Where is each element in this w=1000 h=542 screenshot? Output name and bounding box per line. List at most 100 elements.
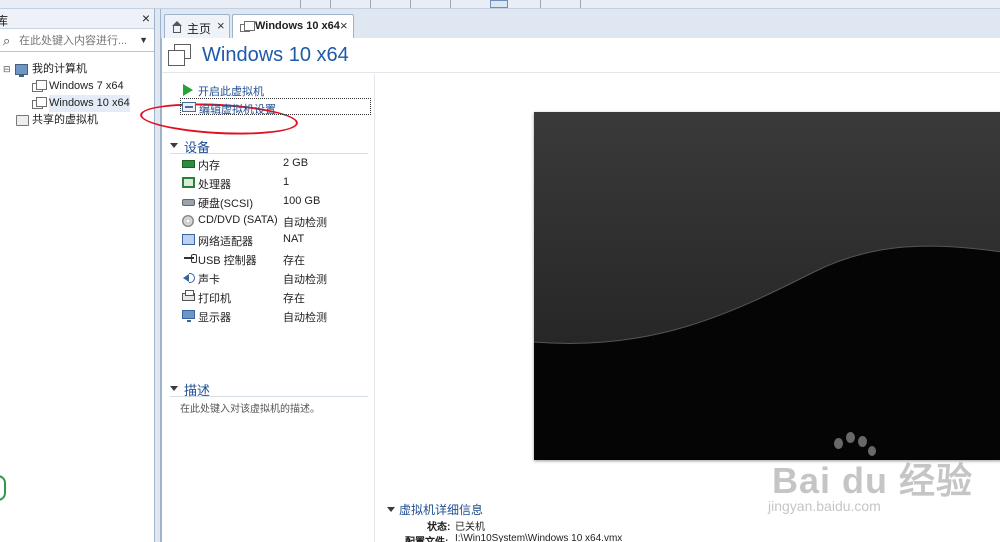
tree-item-label: Windows 10 x64 [49,95,130,112]
power-on-button[interactable]: 开启此虚拟机 [180,81,340,98]
toolbar-button[interactable] [490,0,508,8]
vm-icon [32,80,47,92]
network-icon [182,234,195,245]
tab-bar: 主页 × Windows 10 x64 × [161,9,1000,39]
library-header: 库 × [0,9,154,29]
toolbar-button[interactable] [540,0,550,8]
tree-item-label: Windows 7 x64 [49,80,124,92]
vm-preview-screen[interactable] [534,112,1000,460]
device-row-cd-dvd[interactable]: CD/DVD (SATA) 自动检测 [182,212,372,230]
edit-settings-button[interactable]: 编辑虚拟机设置 [180,98,371,116]
collapse-icon[interactable] [170,386,178,391]
close-icon[interactable]: × [340,18,348,33]
toolbar-button[interactable] [300,0,310,8]
play-icon [183,84,193,96]
device-name: CD/DVD (SATA) [198,214,278,226]
device-value: 自动检测 [283,217,327,229]
collapse-icon[interactable] [170,143,178,148]
detail-key: 配置文件: [405,533,448,542]
device-value: 存在 [283,255,305,267]
display-icon [182,310,195,322]
tab-windows-10[interactable]: Windows 10 x64 × [232,14,354,39]
settings-icon [182,102,196,112]
devices-section-header[interactable]: 设备 [170,138,368,155]
device-name: 打印机 [198,293,231,305]
library-search[interactable]: ⌕ ▼ [0,30,154,52]
printer-icon [182,290,195,301]
description-section-header[interactable]: 描述 [170,381,368,398]
device-row-memory[interactable]: 内存 2 GB [182,155,372,173]
power-on-label: 开启此虚拟机 [198,86,264,98]
device-value: NAT [283,233,305,245]
vm-icon [168,44,192,66]
device-name: 显示器 [198,312,231,324]
vm-icon [240,21,255,32]
detail-row-status: 状态: 已关机 [387,518,787,534]
detail-row-config-file: 配置文件: I:\Win10System\Windows 10 x64.vmx [387,533,787,542]
description-title: 描述 [184,383,211,398]
tab-label: 主页 [187,22,212,36]
library-tree: ⊟ 我的计算机 Windows 7 x64 Windows 10 x64 共享的… [0,61,154,129]
sound-icon [182,272,195,283]
tree-item-shared-vms[interactable]: 共享的虚拟机 [0,112,154,129]
device-value: 1 [283,176,290,188]
computer-icon [15,64,28,77]
device-value: 100 GB [283,195,321,207]
tab-label: Windows 10 x64 [255,20,340,32]
usb-icon [182,253,197,264]
device-value: 自动检测 [283,312,327,324]
device-row-hard-disk[interactable]: 硬盘(SCSI) 100 GB [182,193,372,211]
status-indicator-icon [0,475,6,501]
close-icon[interactable]: × [142,10,150,26]
preview-graphic [534,112,1000,460]
device-row-usb[interactable]: USB 控制器 存在 [182,250,372,268]
tree-item-my-computer[interactable]: ⊟ 我的计算机 [0,61,154,78]
chevron-down-icon[interactable]: ▼ [139,35,148,45]
detail-key: 状态: [427,522,451,533]
toolbar-button[interactable] [330,0,340,8]
detail-value: I:\Win10System\Windows 10 x64.vmx [455,533,623,542]
collapse-icon[interactable]: ⊟ [3,61,11,78]
description-field[interactable]: 在此处键入对该虚拟机的描述。 [180,400,320,415]
watermark-logo-text: Bai du 经验 [772,460,974,501]
tree-item-label: 共享的虚拟机 [32,114,98,126]
device-row-sound[interactable]: 声卡 自动检测 [182,269,372,287]
device-name: 内存 [198,160,220,172]
device-row-network[interactable]: 网络适配器 NAT [182,231,372,249]
library-title: 库 [0,14,9,28]
collapse-icon[interactable] [387,507,395,512]
toolbar-button[interactable] [410,0,420,8]
baidu-watermark: Bai du 经验 jingyan.baidu.com [764,430,1000,530]
device-value: 2 GB [283,157,309,169]
tab-home[interactable]: 主页 × [164,14,230,38]
tree-item-windows-10[interactable]: Windows 10 x64 [0,95,154,112]
device-name: 声卡 [198,274,220,286]
device-row-printer[interactable]: 打印机 存在 [182,288,372,306]
cd-icon [182,215,194,227]
search-icon: ⌕ [3,33,11,48]
close-icon[interactable]: × [217,18,225,33]
vm-info-column: 开启此虚拟机 编辑虚拟机设置 设备 内存 2 GB 处理器 1 硬盘(SCSI)… [139,74,375,542]
toolbar-strip [0,0,1000,9]
device-row-processor[interactable]: 处理器 1 [182,174,372,192]
home-icon [171,21,183,33]
vm-details-title: 虚拟机详细信息 [399,503,484,517]
device-row-display[interactable]: 显示器 自动检测 [182,307,372,325]
device-value: 存在 [283,293,305,305]
toolbar-button[interactable] [370,0,380,8]
detail-value: 已关机 [455,522,485,533]
edit-settings-label: 编辑虚拟机设置 [199,104,276,116]
library-panel: 库 × ⌕ ▼ ⊟ 我的计算机 Windows 7 x64 Windows 10… [0,9,155,542]
device-value: 自动检测 [283,274,327,286]
page-title: Windows 10 x64 [202,44,349,66]
shared-vm-icon [16,115,29,126]
devices-title: 设备 [184,140,211,155]
memory-icon [182,160,195,168]
tree-item-windows-7[interactable]: Windows 7 x64 [0,78,154,95]
watermark-url: jingyan.baidu.com [768,498,881,514]
search-input[interactable] [19,33,134,49]
device-name: 处理器 [198,179,231,191]
toolbar-button[interactable] [450,0,460,8]
device-name: 网络适配器 [198,236,253,248]
toolbar-button[interactable] [580,0,590,8]
